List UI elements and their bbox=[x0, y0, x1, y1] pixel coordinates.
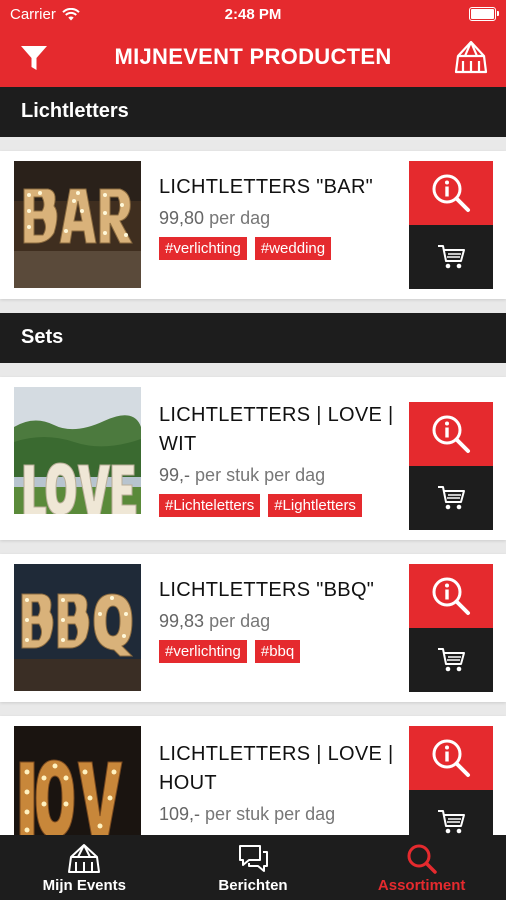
clock: 2:48 PM bbox=[224, 6, 282, 23]
price-value: 109,- bbox=[159, 804, 201, 824]
product-details-button[interactable] bbox=[409, 726, 493, 790]
add-to-cart-button[interactable] bbox=[409, 628, 493, 692]
product-price: 99,- per stuk per dag bbox=[159, 465, 409, 486]
product-price: 109,- per stuk per dag bbox=[159, 804, 409, 825]
add-to-cart-button[interactable] bbox=[409, 466, 493, 530]
product-info: LICHTLETTERS "BAR" 99,80 per dag #verlic… bbox=[141, 161, 409, 289]
tag[interactable]: #Lichteletters bbox=[159, 494, 261, 517]
cart-icon bbox=[438, 486, 465, 510]
product-card[interactable]: LICHTLETTERS "BAR" 99,80 per dag #verlic… bbox=[0, 151, 506, 299]
card-actions bbox=[409, 564, 493, 692]
product-image bbox=[14, 726, 141, 835]
tab-assortiment[interactable]: Assortiment bbox=[337, 835, 506, 900]
product-card[interactable]: LICHTLETTERS "BBQ" 99,83 per dag #verlic… bbox=[0, 554, 506, 702]
price-unit: per stuk per dag bbox=[205, 804, 336, 824]
add-to-cart-button[interactable] bbox=[409, 225, 493, 289]
info-search-icon bbox=[432, 577, 470, 615]
events-button[interactable] bbox=[452, 39, 490, 77]
section-header-sets: Sets bbox=[0, 313, 506, 363]
product-info: LICHTLETTERS | LOVE | WIT 99,- per stuk … bbox=[141, 387, 409, 530]
card-actions bbox=[409, 387, 493, 530]
price-value: 99,- bbox=[159, 465, 191, 485]
product-details-button[interactable] bbox=[409, 564, 493, 628]
tab-mijn-events[interactable]: Mijn Events bbox=[0, 835, 169, 900]
product-price: 99,80 per dag bbox=[159, 208, 409, 229]
tent-icon bbox=[454, 40, 488, 74]
cart-icon bbox=[438, 648, 465, 672]
tent-icon bbox=[68, 844, 101, 873]
card-actions bbox=[409, 161, 493, 289]
cart-icon bbox=[438, 810, 465, 834]
product-list[interactable]: Lichtletters LICHTLETTERS "BAR" 99,80 pe… bbox=[0, 87, 506, 835]
section-header-lichtletters: Lichtletters bbox=[0, 87, 506, 137]
tag[interactable]: #verlichting bbox=[159, 640, 247, 663]
product-name: LICHTLETTERS | LOVE | HOUT bbox=[159, 743, 394, 794]
tag[interactable]: #verlichting bbox=[159, 237, 247, 260]
app-header: MIJNEVENT PRODUCTEN bbox=[0, 30, 506, 87]
info-search-icon bbox=[432, 415, 470, 453]
tab-label: Berichten bbox=[218, 877, 288, 894]
tag-list: #verlichting #wedding bbox=[159, 237, 409, 260]
price-unit: per dag bbox=[209, 208, 271, 228]
product-name: LICHTLETTERS "BAR" bbox=[159, 176, 374, 198]
price-value: 99,80 bbox=[159, 208, 205, 228]
cart-icon bbox=[438, 245, 465, 269]
tab-label: Assortiment bbox=[377, 877, 466, 894]
tag[interactable]: #wedding bbox=[254, 237, 332, 260]
add-to-cart-button[interactable] bbox=[409, 790, 493, 835]
tag[interactable]: #Lightletters bbox=[268, 494, 362, 517]
tag-list: #Lichteletters #Lightletters bbox=[159, 494, 409, 517]
product-details-button[interactable] bbox=[409, 402, 493, 466]
product-price: 99,83 per dag bbox=[159, 611, 409, 632]
search-icon bbox=[407, 844, 437, 874]
product-card[interactable]: LICHTLETTERS | LOVE | HOUT 109,- per stu… bbox=[0, 716, 506, 835]
chat-icon bbox=[239, 845, 268, 872]
card-actions bbox=[409, 726, 493, 835]
product-card[interactable]: LICHTLETTERS | LOVE | WIT 99,- per stuk … bbox=[0, 377, 506, 540]
tag-list: #verlichting #bbq bbox=[159, 640, 409, 663]
product-image bbox=[14, 387, 141, 514]
product-name: LICHTLETTERS "BBQ" bbox=[159, 579, 375, 601]
tab-label: Mijn Events bbox=[42, 877, 127, 894]
info-search-icon bbox=[432, 174, 470, 212]
price-value: 99,83 bbox=[159, 611, 205, 631]
tag[interactable]: #bbq bbox=[254, 640, 301, 663]
product-info: LICHTLETTERS "BBQ" 99,83 per dag #verlic… bbox=[141, 564, 409, 692]
info-search-icon bbox=[432, 739, 470, 777]
page-title: MIJNEVENT PRODUCTEN bbox=[114, 44, 392, 69]
price-unit: per dag bbox=[209, 611, 271, 631]
tab-bar: Mijn Events Berichten Assortiment bbox=[0, 835, 506, 900]
product-details-button[interactable] bbox=[409, 161, 493, 225]
product-name: LICHTLETTERS | LOVE | WIT bbox=[159, 404, 394, 455]
tab-berichten[interactable]: Berichten bbox=[169, 835, 338, 900]
price-unit: per stuk per dag bbox=[195, 465, 326, 485]
product-image bbox=[14, 161, 141, 288]
product-info: LICHTLETTERS | LOVE | HOUT 109,- per stu… bbox=[141, 726, 409, 835]
product-image bbox=[14, 564, 141, 691]
battery-icon bbox=[469, 7, 499, 21]
status-bar: Carrier 2:48 PM bbox=[0, 0, 506, 30]
